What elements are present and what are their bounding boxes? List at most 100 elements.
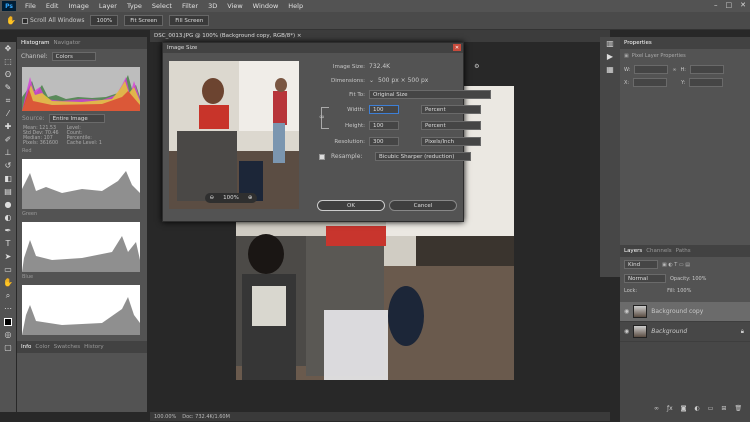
tab-info[interactable]: Info bbox=[21, 344, 31, 350]
more-tools-icon[interactable]: ⋯ bbox=[0, 302, 16, 315]
healing-tool-icon[interactable]: ✚ bbox=[0, 120, 16, 133]
link-layers-icon[interactable]: ∞ bbox=[654, 405, 659, 412]
screen-mode-icon[interactable]: ▢ bbox=[0, 341, 16, 354]
fx-icon[interactable]: ƒx bbox=[667, 405, 673, 412]
height-unit-select[interactable]: Percent bbox=[421, 121, 481, 130]
menu-select[interactable]: Select bbox=[147, 2, 177, 10]
y-input[interactable] bbox=[689, 78, 724, 87]
visibility-eye-icon[interactable]: ◉ bbox=[624, 308, 629, 315]
blend-mode-select[interactable]: Normal bbox=[624, 274, 666, 283]
menu-file[interactable]: File bbox=[20, 2, 41, 10]
zoom-out-icon[interactable]: ⊖ bbox=[210, 195, 215, 201]
adjustment-icon[interactable]: ◐ bbox=[695, 405, 700, 412]
visibility-eye-icon[interactable]: ◉ bbox=[624, 328, 629, 335]
stamp-tool-icon[interactable]: ⊥ bbox=[0, 146, 16, 159]
crop-tool-icon[interactable]: ⌗ bbox=[0, 94, 16, 107]
h-input[interactable] bbox=[689, 65, 724, 74]
resample-checkbox[interactable] bbox=[319, 153, 325, 160]
brush-tool-icon[interactable]: ✐ bbox=[0, 133, 16, 146]
path-select-icon[interactable]: ➤ bbox=[0, 250, 16, 263]
tab-navigator[interactable]: Navigator bbox=[54, 40, 81, 46]
height-input[interactable]: 100 bbox=[369, 121, 399, 130]
hand-tool-icon[interactable]: ✋ bbox=[6, 16, 16, 25]
dialog-close-icon[interactable]: ✕ bbox=[453, 44, 461, 51]
layer-row-background[interactable]: ◉ Background 🔒︎ bbox=[620, 322, 750, 342]
width-input[interactable]: 100 bbox=[369, 105, 399, 114]
play-icon[interactable]: ▶ bbox=[600, 50, 620, 63]
maximize-icon[interactable]: □ bbox=[726, 1, 733, 9]
ok-button[interactable]: OK bbox=[317, 200, 385, 211]
move-tool-icon[interactable]: ✥ bbox=[0, 42, 16, 55]
quick-mask-icon[interactable]: ◎ bbox=[0, 328, 16, 341]
menu-filter[interactable]: Filter bbox=[177, 2, 203, 10]
close-icon[interactable]: ✕ bbox=[740, 1, 746, 9]
zoom-100-button[interactable]: 100% bbox=[90, 15, 119, 26]
source-select[interactable]: Entire Image bbox=[48, 114, 105, 123]
group-icon[interactable]: ▭ bbox=[708, 405, 714, 412]
rectangle-tool-icon[interactable]: ▭ bbox=[0, 263, 16, 276]
eyedropper-tool-icon[interactable]: ⁄ bbox=[0, 107, 16, 120]
status-zoom[interactable]: 100.00% bbox=[154, 414, 176, 420]
resolution-input[interactable]: 300 bbox=[369, 137, 399, 146]
tab-swatches[interactable]: Swatches bbox=[54, 344, 80, 350]
document-tab[interactable]: DSC_0013.JPG @ 100% (Background copy, RG… bbox=[150, 30, 610, 42]
kind-filter-select[interactable]: Kind bbox=[624, 260, 658, 269]
tab-histogram[interactable]: Histogram bbox=[21, 40, 50, 46]
panel-icon-3[interactable]: ▦ bbox=[600, 63, 620, 76]
dimensions-chevron-icon[interactable]: ⌄ bbox=[369, 77, 374, 84]
minimize-icon[interactable]: – bbox=[714, 1, 718, 9]
tab-properties[interactable]: Properties bbox=[624, 40, 652, 46]
panel-icon-1[interactable]: ▥ bbox=[600, 37, 620, 50]
w-input[interactable] bbox=[634, 65, 669, 74]
quick-select-tool-icon[interactable]: ✎ bbox=[0, 81, 16, 94]
hand-tool-icon[interactable]: ✋ bbox=[0, 276, 16, 289]
resolution-unit-select[interactable]: Pixels/Inch bbox=[421, 137, 481, 146]
scroll-all-checkbox[interactable]: Scroll All Windows bbox=[21, 17, 84, 24]
constrain-link-icon[interactable]: ∞ bbox=[319, 113, 325, 121]
dialog-preview[interactable] bbox=[169, 61, 299, 209]
menu-3d[interactable]: 3D bbox=[203, 2, 222, 10]
fit-to-select[interactable]: Original Size bbox=[369, 90, 491, 99]
cancel-button[interactable]: Cancel bbox=[389, 200, 457, 211]
menu-type[interactable]: Type bbox=[122, 2, 147, 10]
history-brush-icon[interactable]: ↺ bbox=[0, 159, 16, 172]
menu-image[interactable]: Image bbox=[63, 2, 93, 10]
tab-color[interactable]: Color bbox=[35, 344, 49, 350]
layer-row-background-copy[interactable]: ◉ Background copy bbox=[620, 302, 750, 322]
menu-view[interactable]: View bbox=[222, 2, 247, 10]
fill-control[interactable]: Fill: 100% bbox=[667, 288, 691, 294]
blur-tool-icon[interactable]: ● bbox=[0, 198, 16, 211]
settings-gear-icon[interactable]: ⚙ bbox=[474, 63, 479, 70]
fill-screen-button[interactable]: Fill Screen bbox=[169, 15, 210, 26]
fit-screen-button[interactable]: Fit Screen bbox=[124, 15, 164, 26]
resample-select[interactable]: Bicubic Sharper (reduction) bbox=[375, 152, 471, 161]
new-layer-icon[interactable]: ⊞ bbox=[721, 405, 726, 412]
menu-window[interactable]: Window bbox=[248, 2, 284, 10]
tab-history[interactable]: History bbox=[84, 344, 104, 350]
opacity-control[interactable]: Opacity: 100% bbox=[670, 276, 706, 282]
tab-layers[interactable]: Layers bbox=[624, 248, 642, 254]
mask-icon[interactable]: ◙ bbox=[681, 405, 687, 412]
stat-cache-level: Cache Level: 1 bbox=[66, 141, 102, 146]
x-input[interactable] bbox=[633, 78, 668, 87]
menu-layer[interactable]: Layer bbox=[94, 2, 122, 10]
width-unit-select[interactable]: Percent bbox=[421, 105, 481, 114]
link-icon[interactable]: ∞ bbox=[672, 67, 676, 73]
eraser-tool-icon[interactable]: ◧ bbox=[0, 172, 16, 185]
menu-help[interactable]: Help bbox=[283, 2, 308, 10]
type-tool-icon[interactable]: T bbox=[0, 237, 16, 250]
marquee-tool-icon[interactable]: ⬚ bbox=[0, 55, 16, 68]
zoom-in-icon[interactable]: ⊕ bbox=[248, 195, 253, 201]
color-swatch-icon[interactable] bbox=[0, 315, 16, 328]
tab-paths[interactable]: Paths bbox=[676, 248, 691, 254]
tab-channels[interactable]: Channels bbox=[646, 248, 671, 254]
zoom-tool-icon[interactable]: ⌕ bbox=[0, 289, 16, 302]
trash-icon[interactable]: 🗑︎ bbox=[734, 405, 742, 412]
gradient-tool-icon[interactable]: ▤ bbox=[0, 185, 16, 198]
channel-select[interactable]: Colors bbox=[51, 52, 96, 61]
filter-icons[interactable]: ▣ ◐ T ▭ ▤ bbox=[662, 262, 690, 268]
lasso-tool-icon[interactable]: ʘ bbox=[0, 68, 16, 81]
dodge-tool-icon[interactable]: ◐ bbox=[0, 211, 16, 224]
menu-edit[interactable]: Edit bbox=[41, 2, 64, 10]
pen-tool-icon[interactable]: ✒ bbox=[0, 224, 16, 237]
